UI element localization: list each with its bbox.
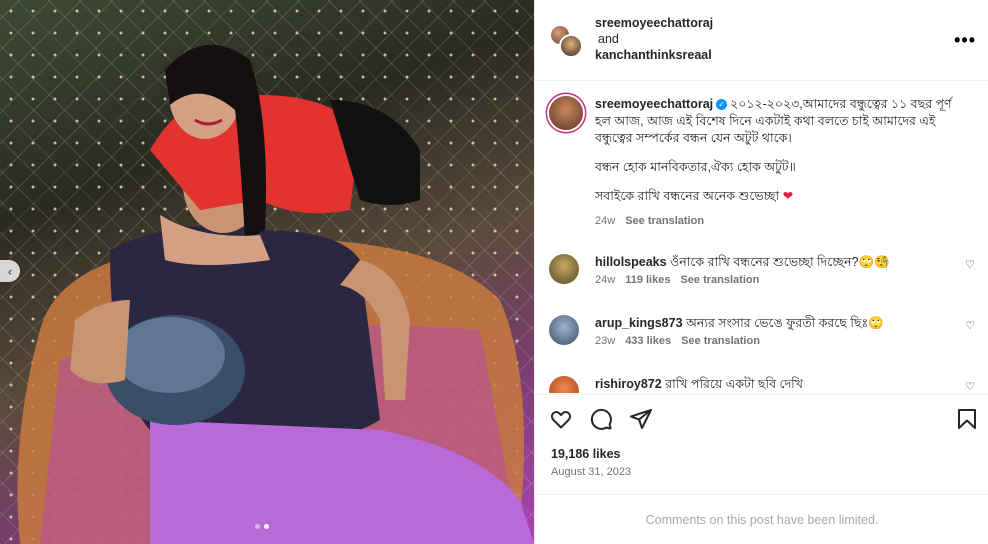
avatar[interactable] <box>549 254 579 284</box>
see-translation-link[interactable]: See translation <box>681 335 760 347</box>
author-username[interactable]: sreemoyeechattoraj <box>595 15 713 31</box>
comment-username[interactable]: hillolspeaks <box>595 255 667 269</box>
carousel-dot <box>255 524 260 529</box>
coauthor-username[interactable]: kanchanthinksreaal <box>595 47 713 63</box>
more-horizontal-icon[interactable]: ••• <box>954 30 976 51</box>
comment-likes[interactable]: 433 likes <box>625 335 671 347</box>
post-header: sreemoyeechattoraj and kanchanthinksreaa… <box>535 0 988 81</box>
collab-avatars[interactable] <box>549 24 583 58</box>
see-translation-link[interactable]: See translation <box>625 215 704 227</box>
comment-text: অন্যর সংসার ভেঙে ফুরতী করছে ছিঃ🙄 <box>686 316 884 330</box>
avatar[interactable] <box>549 315 579 345</box>
carousel-dots <box>255 524 269 529</box>
collab-authors: sreemoyeechattoraj and kanchanthinksreaa… <box>595 15 713 63</box>
comment-icon[interactable] <box>589 407 613 431</box>
heart-icon[interactable]: ♡ <box>965 258 975 271</box>
comment-time: 24w <box>595 274 616 286</box>
comment-likes[interactable]: 119 likes <box>625 274 670 286</box>
comment-item: arup_kings873 অন্যর সংসার ভেঙে ফুরতী করছ… <box>549 315 975 349</box>
post-photo: ‹ <box>0 0 534 544</box>
heart-icon[interactable]: ♡ <box>965 380 975 393</box>
see-translation-link[interactable]: See translation <box>680 274 759 286</box>
like-count[interactable]: 19,186 likes <box>551 447 621 461</box>
photo-subjects <box>17 44 534 544</box>
caption-username[interactable]: sreemoyeechattoraj <box>595 97 713 111</box>
verified-badge-icon: ✓ <box>716 99 728 111</box>
heart-icon[interactable] <box>549 407 573 431</box>
comment-text: রাখি পরিয়ে একটা ছবি দেখি <box>665 377 803 391</box>
comment-text: ওঁনাকে রাখি বন্ধনের শুভেচ্ছা দিচ্ছেন?🙄🧐 <box>670 255 890 269</box>
comment-item: rishiroy872 রাখি পরিয়ে একটা ছবি দেখি ♡ <box>549 376 975 393</box>
caption-text-3: সবাইকে রাখি বন্ধনের অনেক শুভেচ্ছা <box>595 189 780 203</box>
comment-time: 23w <box>595 335 616 347</box>
caption-time: 24w <box>595 215 616 227</box>
comment-username[interactable]: rishiroy872 <box>595 377 662 391</box>
post-caption: sreemoyeechattoraj ✓ ২০১২-২০২৩,আমাদের বন্ধ… <box>549 96 969 230</box>
comment-username[interactable]: arup_kings873 <box>595 316 683 330</box>
comments-section[interactable]: sreemoyeechattoraj ✓ ২০১২-২০২৩,আমাদের বন্ধ… <box>535 82 988 393</box>
post-date: August 31, 2023 <box>551 466 632 478</box>
author-conjunction: and <box>598 32 619 46</box>
post-side-panel: sreemoyeechattoraj and kanchanthinksreaa… <box>534 0 988 544</box>
bookmark-icon[interactable] <box>955 407 979 431</box>
avatar[interactable] <box>549 376 579 393</box>
post-actions: 19,186 likes August 31, 2023 <box>535 394 988 494</box>
caption-text-2: বন্ধন হোক মানবিকতার,ঐক্য হোক অটুট॥ <box>595 160 796 174</box>
heart-icon[interactable]: ♡ <box>965 319 975 332</box>
share-icon[interactable] <box>629 407 653 431</box>
carousel-dot-active <box>264 524 269 529</box>
avatar[interactable] <box>549 96 583 130</box>
comments-limited-notice: Comments on this post have been limited. <box>535 494 988 544</box>
caption-meta: 24w See translation <box>595 213 969 230</box>
comment-item: hillolspeaks ওঁনাকে রাখি বন্ধনের শুভেচ্ছ… <box>549 254 975 288</box>
heart-emoji: ❤ <box>782 189 794 203</box>
avatar[interactable] <box>559 34 583 58</box>
